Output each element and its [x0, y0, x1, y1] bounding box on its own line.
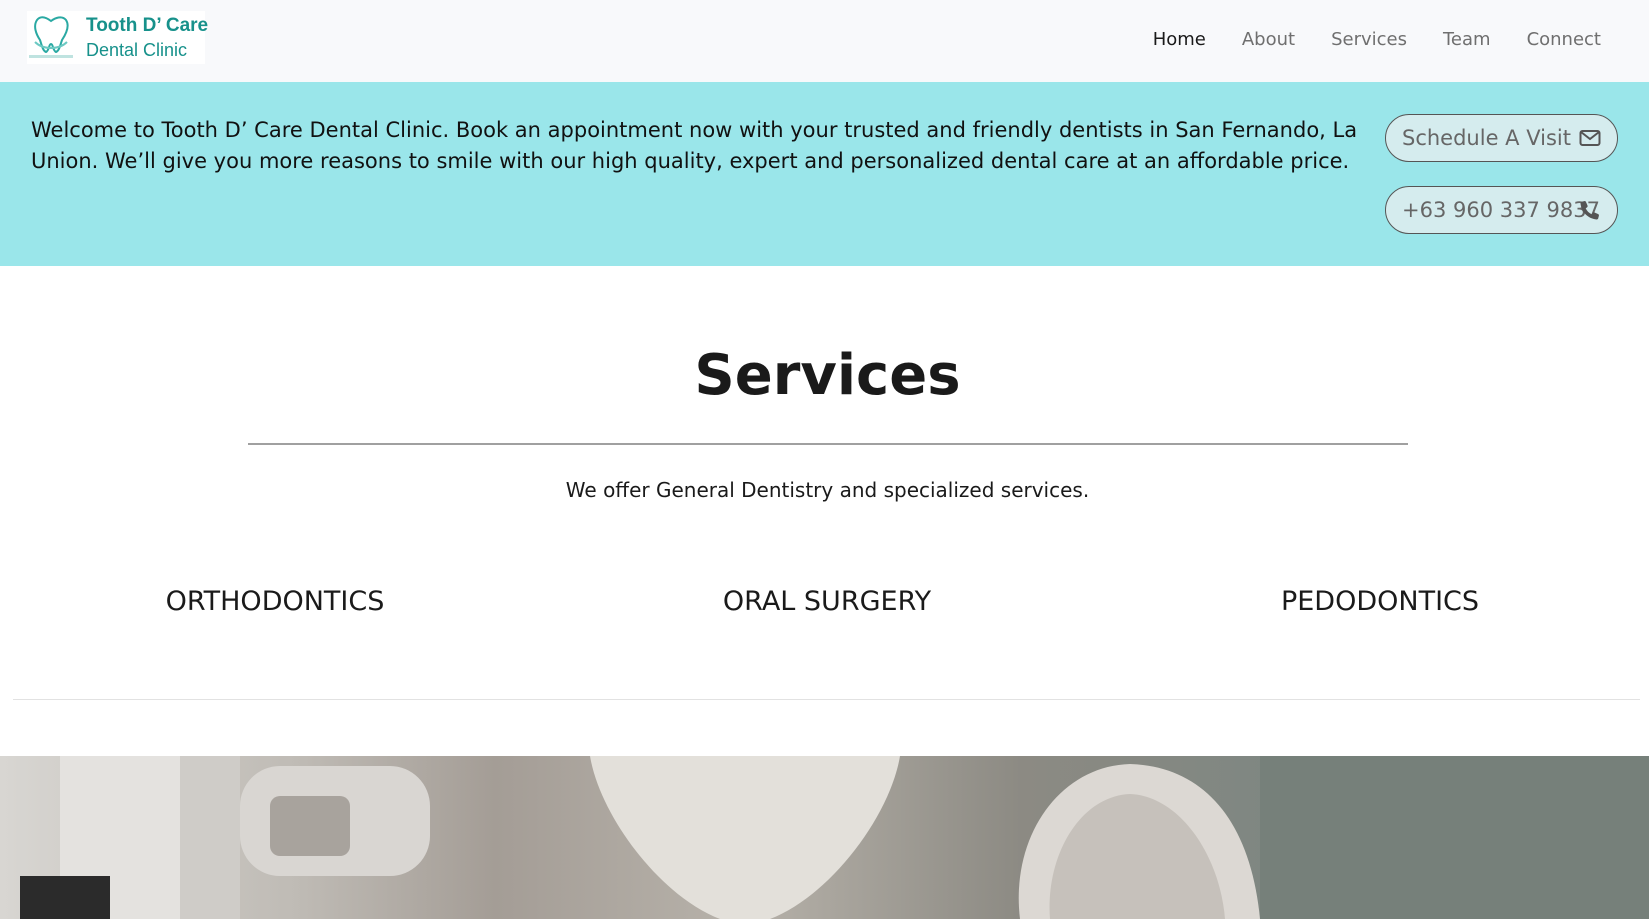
- phone-icon: [1580, 201, 1599, 220]
- services-heading: Services: [694, 343, 961, 408]
- main-nav: Home About Services Team Connect: [1153, 0, 1649, 78]
- welcome-text: Welcome to Tooth D’ Care Dental Clinic. …: [31, 118, 1358, 173]
- logo-title: Tooth D’ Care: [86, 15, 209, 36]
- logo-subtitle: Dental Clinic: [86, 40, 188, 60]
- schedule-visit-button[interactable]: Schedule A Visit: [1385, 114, 1618, 162]
- clinic-logo[interactable]: Tooth D’ Care Dental Clinic: [27, 11, 209, 64]
- service-orthodontics[interactable]: ORTHODONTICS: [45, 586, 505, 617]
- nav-home[interactable]: Home: [1153, 29, 1206, 50]
- nav-services[interactable]: Services: [1331, 29, 1407, 50]
- service-oral-surgery[interactable]: ORAL SURGERY: [597, 586, 1057, 617]
- nav-team[interactable]: Team: [1443, 29, 1491, 50]
- clinic-equipment-photo: [0, 756, 1649, 919]
- envelope-icon: [1579, 130, 1601, 146]
- dental-chair-illustration: [20, 756, 1649, 919]
- phone-label: +63 960 337 9837: [1402, 198, 1600, 222]
- nav-about[interactable]: About: [1242, 29, 1295, 50]
- services-divider: [248, 443, 1408, 445]
- nav-connect[interactable]: Connect: [1527, 29, 1601, 50]
- tooth-logo-icon: [29, 16, 73, 58]
- phone-button[interactable]: +63 960 337 9837: [1385, 186, 1618, 234]
- service-pedodontics[interactable]: PEDODONTICS: [1150, 586, 1610, 617]
- services-subtitle: We offer General Dentistry and specializ…: [565, 478, 1090, 502]
- site-header: Tooth D’ Care Dental Clinic Home About S…: [0, 0, 1649, 82]
- schedule-visit-label: Schedule A Visit: [1402, 126, 1571, 150]
- section-divider: [13, 699, 1640, 700]
- welcome-banner: Welcome to Tooth D’ Care Dental Clinic. …: [0, 82, 1649, 266]
